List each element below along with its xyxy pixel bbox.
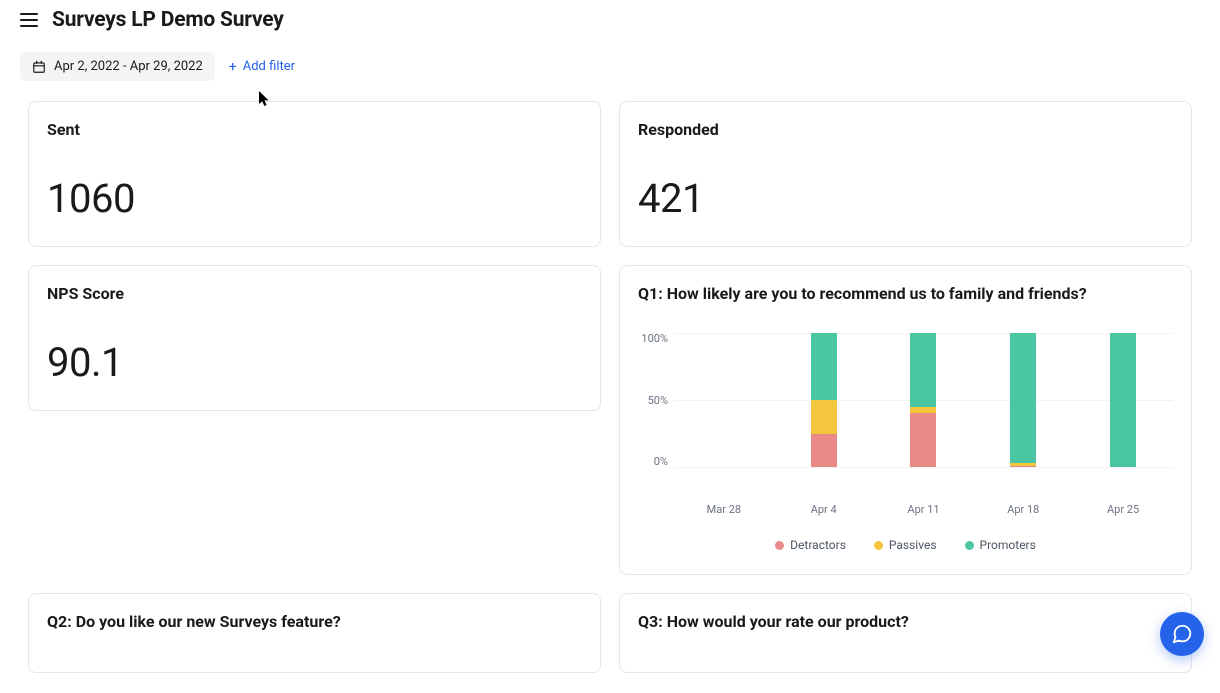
page-title: Surveys LP Demo Survey [52,8,284,32]
swatch-passives [874,541,883,550]
chat-icon [1171,623,1193,645]
q1-bar[interactable] [811,333,837,467]
nps-card: NPS Score 90.1 [28,265,601,411]
q1-seg-detractors [1010,466,1036,467]
q1-seg-promoters [910,333,936,407]
sent-card-title: Sent [47,120,582,139]
q1-bar[interactable] [1010,333,1036,467]
q1-xlabel: Mar 28 [700,493,748,516]
q1-bar[interactable] [711,333,737,467]
legend-item-detractors: Detractors [775,538,846,552]
q1-ytick: 50% [638,395,668,406]
q1-xlabel: Apr 18 [999,493,1047,516]
q1-ytick: 0% [638,456,668,467]
q1-card-title: Q1: How likely are you to recommend us t… [638,284,1173,303]
q1-card: Q1: How likely are you to recommend us t… [619,265,1192,575]
topbar: Surveys LP Demo Survey [0,0,1220,32]
q1-seg-promoters [1110,333,1136,467]
q2-card: Q2: Do you like our new Surveys feature? [28,593,601,673]
q2-card-title: Q2: Do you like our new Surveys feature? [47,612,582,631]
q1-seg-passives [811,400,837,434]
responded-card-value: 421 [638,175,1173,222]
q3-card-title: Q3: How would your rate our product? [638,612,1173,631]
q1-bar[interactable] [910,333,936,467]
cards-grid: Sent 1060 Responded 421 NPS Score 90.1 Q… [0,93,1220,693]
q1-bar[interactable] [1110,333,1136,467]
q1-seg-passives [910,407,936,414]
legend-item-passives: Passives [874,538,937,552]
help-launcher[interactable] [1160,612,1204,656]
legend-item-promoters: Promoters [965,538,1036,552]
swatch-detractors [775,541,784,550]
q1-x-axis: Mar 28 Apr 4 Apr 11 Apr 18 Apr 25 [638,493,1173,516]
spacer [28,502,601,575]
add-filter-button[interactable]: + Add filter [229,59,295,74]
responded-card: Responded 421 [619,101,1192,247]
q1-ytick: 100% [638,333,668,344]
responded-card-title: Responded [638,120,1173,139]
date-range-text: Apr 2, 2022 - Apr 29, 2022 [54,59,203,74]
q1-seg-detractors [811,434,837,468]
q1-seg-promoters [811,333,837,400]
q1-seg-promoters [1010,333,1036,463]
q1-seg-detractors [910,413,936,467]
q3-card: Q3: How would your rate our product? [619,593,1192,673]
nps-card-title: NPS Score [47,284,582,303]
q1-xlabel: Apr 11 [899,493,947,516]
sent-card-value: 1060 [47,175,582,222]
sent-card: Sent 1060 [28,101,601,247]
q1-legend: Detractors Passives Promoters [638,538,1173,552]
menu-icon[interactable] [20,13,38,27]
filter-bar: Apr 2, 2022 - Apr 29, 2022 + Add filter [0,32,1220,93]
swatch-promoters [965,541,974,550]
q1-bars [674,333,1173,467]
legend-label: Passives [889,538,937,552]
plus-icon: + [229,60,237,74]
date-range-filter[interactable]: Apr 2, 2022 - Apr 29, 2022 [20,52,215,81]
q1-plot [674,333,1173,467]
add-filter-label: Add filter [243,59,295,74]
q1-xlabel: Apr 25 [1099,493,1147,516]
q1-chart: 100% 50% 0% [638,333,1173,493]
calendar-icon [32,60,46,74]
nps-card-value: 90.1 [47,339,582,386]
q1-y-axis: 100% 50% 0% [638,333,674,467]
q1-xlabel: Apr 4 [800,493,848,516]
q1-gridline [674,467,1173,468]
legend-label: Detractors [790,538,846,552]
legend-label: Promoters [980,538,1036,552]
